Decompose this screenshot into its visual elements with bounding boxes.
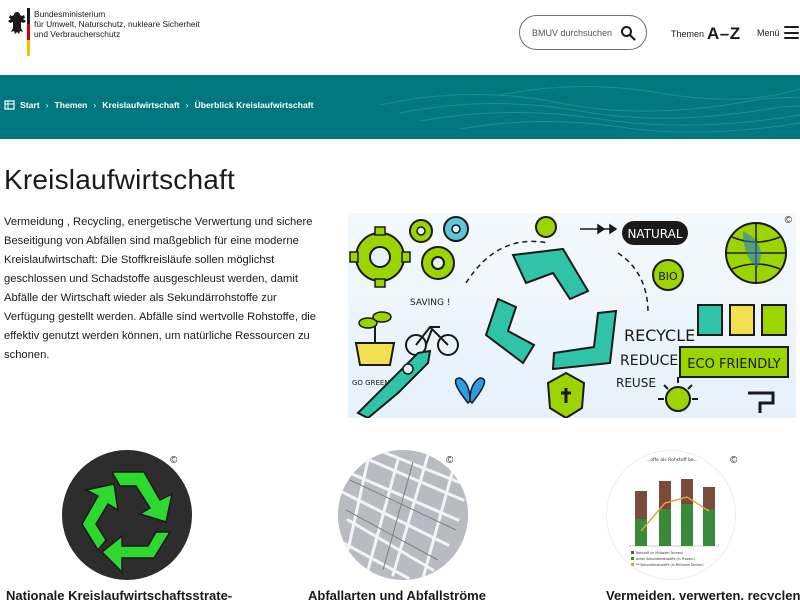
shredded-paper-image <box>338 450 468 580</box>
search-icon[interactable] <box>620 25 636 41</box>
breadcrumb-themen[interactable]: Themen <box>54 100 87 110</box>
svg-text:BIO: BIO <box>658 270 678 283</box>
copyright-mark: © <box>170 455 178 466</box>
search-input[interactable] <box>532 27 618 38</box>
page-title: Kreislaufwirtschaft <box>4 164 235 195</box>
copyright-mark: © <box>446 455 454 466</box>
card-title: Nationale Kreislaufwirtschaftsstrate- <box>6 588 233 600</box>
home-icon[interactable] <box>4 99 15 110</box>
ministry-line-2: für Umwelt, Naturschutz, nukleare Sicher… <box>34 19 200 29</box>
intro-text: Vermeidung , Recycling, energetische Ver… <box>4 216 316 361</box>
federal-eagle-logo[interactable] <box>6 8 28 56</box>
svg-text:REDUCE: REDUCE <box>620 353 678 369</box>
copyright-mark: © <box>730 455 738 466</box>
recycling-doodle-image: NATURAL BIO SAVING ! GO GREEN RECYCLE RE… <box>349 216 789 418</box>
flag-bar <box>27 8 30 56</box>
breadcrumb-kreislaufwirtschaft[interactable]: Kreislaufwirtschaft <box>102 100 179 110</box>
svg-text:...offe als Rohstoff be...: ...offe als Rohstoff be... <box>646 457 698 463</box>
site-header: Bundesministerium für Umwelt, Naturschut… <box>0 0 800 75</box>
card-title: Abfallarten und Abfallströme <box>308 588 486 600</box>
butterfly-icon <box>454 377 486 405</box>
bar-chart-thumbnail: ...offe als Rohstoff be... Rohstoff (in … <box>606 450 736 580</box>
recycle-icon <box>62 450 192 580</box>
copyright-mark[interactable]: © <box>785 215 792 226</box>
themen-label: Themen <box>671 29 705 39</box>
ministry-line-1: Bundesministerium <box>34 9 106 19</box>
chevron-right-icon: › <box>45 99 49 110</box>
svg-text:NATURAL: NATURAL <box>627 227 682 241</box>
card-title: Vermeiden, verwerten, recyclen <box>606 588 800 600</box>
svg-text:REUSE: REUSE <box>616 376 656 390</box>
ministry-line-3: und Verbraucherschutz <box>34 29 121 39</box>
menu-label: Menü <box>757 27 780 38</box>
svg-text:ECO FRIENDLY: ECO FRIENDLY <box>687 357 780 372</box>
search-box <box>519 15 647 50</box>
breadcrumb-current: Überblick Kreislaufwirtschaft <box>194 99 314 110</box>
themen-az-label: A–Z <box>707 24 741 43</box>
svg-text:** Sekundärrohstoffe (in Milli: ** Sekundärrohstoffe (in Millionen Tonne… <box>636 563 703 567</box>
chevron-right-icon: › <box>185 99 189 110</box>
breadcrumb-band: Start › Themen › Kreislaufwirtschaft › Ü… <box>0 75 800 139</box>
breadcrumb-start[interactable]: Start <box>20 100 40 110</box>
chevron-right-icon: › <box>93 99 97 110</box>
svg-text:RECYCLE: RECYCLE <box>624 326 695 345</box>
menu-button[interactable]: Menü <box>757 26 799 39</box>
themen-az-link[interactable]: Themen A–Z <box>671 24 741 44</box>
svg-text:SAVING !: SAVING ! <box>410 298 450 308</box>
breadcrumb: Start › Themen › Kreislaufwirtschaft › Ü… <box>4 99 313 110</box>
recycle-icon <box>484 247 618 371</box>
hamburger-icon <box>783 26 799 39</box>
svg-text:Anteil Sekundärrohstoffe (in P: Anteil Sekundärrohstoffe (in Prozent) <box>636 557 695 561</box>
svg-text:Rohstoff (in Millionen Tonnen): Rohstoff (in Millionen Tonnen) <box>636 551 683 555</box>
hero-illustration: NATURAL BIO SAVING ! GO GREEN RECYCLE RE… <box>348 213 796 418</box>
ministry-name[interactable]: Bundesministerium für Umwelt, Naturschut… <box>34 9 204 39</box>
